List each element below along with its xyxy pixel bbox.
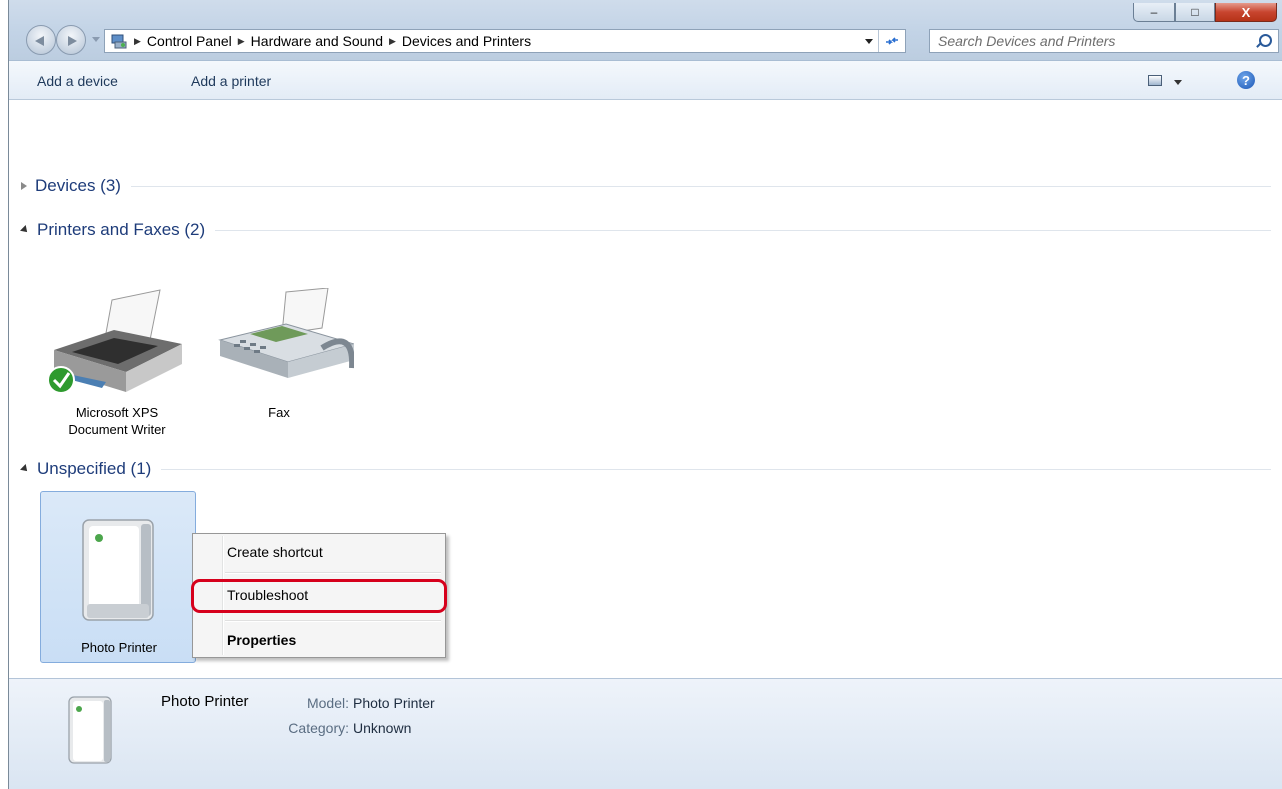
generic-device-icon	[82, 519, 154, 621]
device-item-photo-printer[interactable]: Photo Printer	[40, 491, 196, 663]
forward-arrow-icon	[68, 36, 77, 46]
group-divider	[130, 185, 1271, 187]
refresh-icon	[886, 37, 898, 45]
menu-separator	[225, 572, 441, 574]
group-divider	[161, 468, 1271, 470]
menu-item-create-shortcut[interactable]: Create shortcut	[227, 544, 323, 560]
group-unspecified[interactable]: Unspecified (1)	[20, 459, 1271, 479]
device-label: Microsoft XPS	[75, 405, 159, 420]
control-panel-icon	[110, 33, 128, 49]
expand-arrow-icon[interactable]	[20, 225, 30, 235]
breadcrumb-separator-icon[interactable]: ▶	[238, 36, 245, 47]
window-controls: – □ X	[1133, 3, 1277, 22]
devices-and-printers-window: – □ X ▶ Control Panel ▶ Hardware and Sou…	[8, 0, 1282, 789]
breadcrumb-separator-icon[interactable]: ▶	[134, 36, 141, 47]
details-category-label: Category:	[288, 720, 349, 736]
breadcrumb-hardware-and-sound[interactable]: Hardware and Sound	[251, 33, 383, 49]
details-device-name: Photo Printer	[161, 693, 249, 710]
minimize-icon: –	[1150, 5, 1158, 19]
minimize-button[interactable]: –	[1133, 3, 1175, 22]
view-options-dropdown-icon[interactable]	[1174, 80, 1182, 85]
close-button[interactable]: X	[1215, 3, 1277, 22]
add-device-button[interactable]: Add a device	[37, 73, 118, 89]
device-label: Photo Printer	[81, 640, 157, 655]
recent-pages-dropdown[interactable]	[92, 37, 100, 42]
breadcrumb-control-panel[interactable]: Control Panel	[147, 33, 232, 49]
menu-separator	[225, 620, 441, 622]
printer-icon	[47, 289, 182, 394]
context-menu: Create shortcut Troubleshoot Properties	[191, 533, 447, 658]
add-printer-button[interactable]: Add a printer	[191, 73, 271, 89]
title-bar: – □ X ▶ Control Panel ▶ Hardware and Sou…	[9, 0, 1282, 60]
maximize-icon: □	[1191, 5, 1199, 19]
group-divider	[215, 229, 1271, 231]
expand-arrow-icon[interactable]	[20, 464, 30, 474]
help-button[interactable]: ?	[1237, 71, 1255, 89]
device-item-fax[interactable]: Fax	[204, 288, 354, 428]
address-history-dropdown-icon[interactable]	[865, 39, 873, 44]
generic-device-icon	[68, 696, 112, 764]
breadcrumb-devices-and-printers[interactable]: Devices and Printers	[402, 33, 531, 49]
device-label: Fax	[268, 405, 290, 420]
search-box[interactable]	[929, 29, 1279, 53]
menu-item-properties[interactable]: Properties	[227, 632, 296, 648]
details-model-value: Photo Printer	[353, 695, 435, 711]
back-button[interactable]	[26, 25, 56, 55]
breadcrumb-separator-icon[interactable]: ▶	[389, 36, 396, 47]
device-item-microsoft-xps[interactable]: Microsoft XPS Document Writer	[42, 288, 192, 446]
back-arrow-icon	[35, 36, 44, 46]
maximize-button[interactable]: □	[1175, 3, 1215, 22]
close-icon: X	[1241, 4, 1251, 20]
group-devices-title[interactable]: Devices (3)	[35, 176, 121, 196]
forward-button[interactable]	[56, 25, 86, 55]
troubleshoot-highlight-box	[191, 579, 447, 613]
group-devices[interactable]: Devices (3)	[21, 176, 1271, 196]
collapse-arrow-icon[interactable]	[21, 182, 27, 190]
group-printers-and-faxes[interactable]: Printers and Faxes (2)	[20, 220, 1271, 240]
device-label: Document Writer	[68, 422, 166, 437]
group-unspecified-title[interactable]: Unspecified (1)	[37, 459, 151, 479]
details-pane: Photo Printer Model: Photo Printer Categ…	[9, 678, 1282, 789]
device-list: Devices (3) Printers and Faxes (2) Micro…	[9, 100, 1282, 678]
fax-icon	[218, 288, 354, 378]
group-printers-title[interactable]: Printers and Faxes (2)	[37, 220, 205, 240]
refresh-button[interactable]	[878, 30, 905, 52]
address-bar[interactable]: ▶ Control Panel ▶ Hardware and Sound ▶ D…	[104, 29, 906, 53]
details-model-label: Model:	[306, 695, 349, 711]
details-category-value: Unknown	[353, 720, 412, 736]
search-icon[interactable]	[1259, 34, 1272, 47]
search-input[interactable]	[938, 33, 1238, 49]
change-view-icon[interactable]	[1148, 75, 1162, 86]
command-bar: Add a device Add a printer ?	[9, 60, 1282, 100]
